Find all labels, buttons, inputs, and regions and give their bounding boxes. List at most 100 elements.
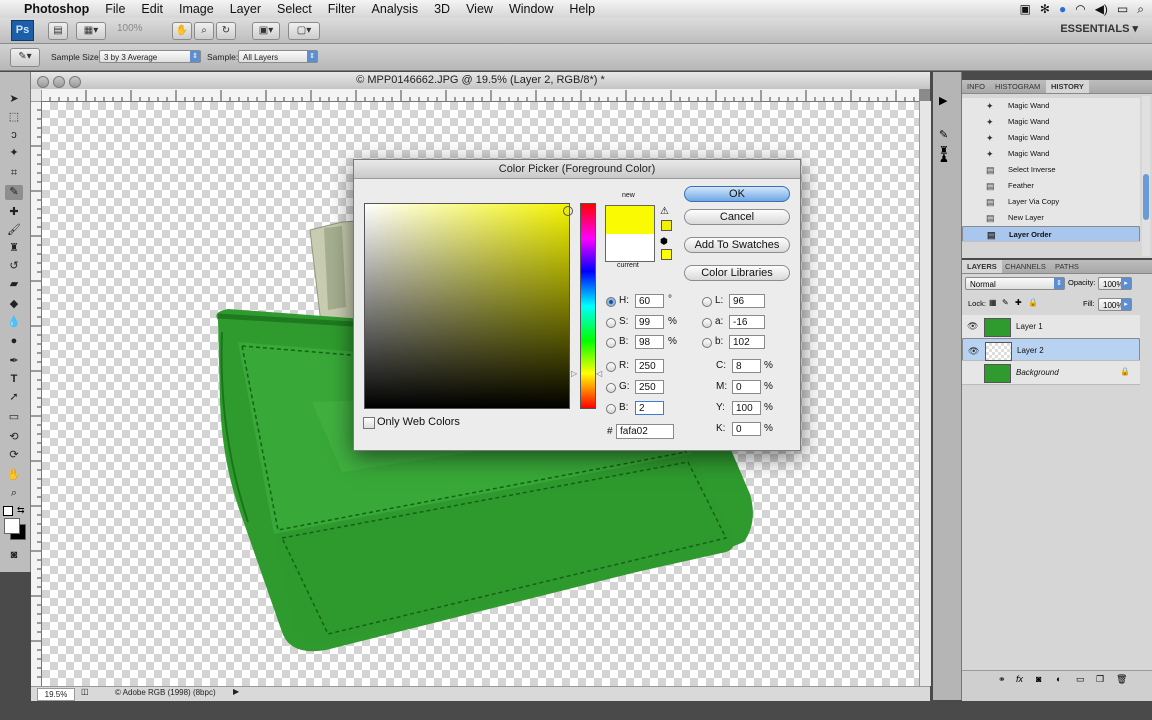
history-state[interactable]: ▤ Layer Order: [962, 226, 1140, 242]
zoom-level[interactable]: 100%: [117, 23, 143, 34]
hex-input[interactable]: fafa02: [616, 424, 674, 439]
lab-b-input[interactable]: 102: [729, 335, 765, 349]
menu-layer[interactable]: Layer: [222, 2, 269, 16]
lab-a-radio[interactable]: [702, 318, 712, 328]
web-safe-warning-icon[interactable]: ⬢: [660, 236, 668, 247]
menu-edit[interactable]: Edit: [133, 2, 171, 16]
brush-presets-icon[interactable]: ✎: [939, 128, 948, 141]
menu-3d[interactable]: 3D: [426, 2, 458, 16]
menu-select[interactable]: Select: [269, 2, 320, 16]
menu-image[interactable]: Image: [171, 2, 222, 16]
visibility-eye-icon[interactable]: 👁: [968, 345, 979, 358]
menu-view[interactable]: View: [458, 2, 501, 16]
lasso-tool-icon[interactable]: ↄ: [5, 128, 23, 143]
vertical-scrollbar[interactable]: [919, 101, 931, 686]
menu-window[interactable]: Window: [501, 2, 561, 16]
pen-tool-icon[interactable]: ✒: [5, 354, 23, 369]
extras-button[interactable]: ▦▾: [76, 22, 106, 40]
screen-mode-button[interactable]: ▢▾: [288, 22, 320, 40]
type-tool-icon[interactable]: T: [5, 372, 23, 387]
history-state[interactable]: ✦ Magic Wand: [962, 146, 1140, 163]
magenta-input[interactable]: 0: [732, 380, 761, 394]
path-selection-tool-icon[interactable]: ➚: [5, 390, 23, 405]
sample-size-select[interactable]: 3 by 3 Average ⇕: [99, 50, 201, 63]
green-radio[interactable]: [606, 383, 616, 393]
tab-histogram[interactable]: HISTOGRAM: [990, 80, 1045, 93]
lab-b-radio[interactable]: [702, 338, 712, 348]
bridge-button[interactable]: ▤: [48, 22, 68, 40]
dodge-tool-icon[interactable]: ●: [5, 334, 23, 349]
blue-radio[interactable]: [606, 404, 616, 414]
yellow-input[interactable]: 100: [732, 401, 761, 415]
adjustment-layer-icon[interactable]: ◐: [1056, 674, 1061, 684]
workspace-switcher[interactable]: ESSENTIALS ▾: [1060, 22, 1138, 35]
tab-info[interactable]: INFO: [962, 80, 990, 93]
menu-analysis[interactable]: Analysis: [364, 2, 427, 16]
hand-tool-button[interactable]: ✋: [172, 22, 192, 40]
layer-mask-icon[interactable]: ◙: [1036, 674, 1041, 684]
crop-tool-icon[interactable]: ⌗: [5, 166, 23, 181]
status-triangle-icon[interactable]: ▶: [233, 687, 239, 696]
healing-brush-tool-icon[interactable]: ✚: [5, 205, 23, 220]
shape-tool-icon[interactable]: ▭: [5, 410, 23, 425]
blur-tool-icon[interactable]: 💧: [5, 315, 23, 330]
current-color-swatch[interactable]: [606, 234, 654, 261]
tab-paths[interactable]: PATHS: [1050, 260, 1084, 273]
saturation-input[interactable]: 99: [635, 315, 664, 329]
out-of-gamut-warning-icon[interactable]: ⚠: [660, 206, 669, 217]
eraser-tool-icon[interactable]: ▰: [5, 277, 23, 292]
swap-colors-icon[interactable]: ⇆: [17, 505, 25, 516]
tab-history[interactable]: HISTORY: [1046, 80, 1089, 93]
lock-position-icon[interactable]: ✚: [1015, 298, 1022, 307]
layer-row[interactable]: 👁 Layer 1: [962, 315, 1140, 339]
blue-input[interactable]: 2: [635, 401, 664, 415]
ruler-origin[interactable]: [31, 89, 41, 101]
brightness-radio[interactable]: [606, 338, 616, 348]
history-state[interactable]: ✦ Magic Wand: [962, 114, 1140, 131]
hue-radio[interactable]: [606, 297, 616, 307]
hue-slider-right-arrow-icon[interactable]: ◁: [596, 369, 602, 378]
only-web-colors-checkbox[interactable]: [363, 417, 375, 429]
lock-transparent-icon[interactable]: ▦: [989, 298, 997, 307]
zoom-tool-button[interactable]: ⌕: [194, 22, 214, 40]
quick-mask-icon[interactable]: ◙: [5, 548, 23, 563]
tab-channels[interactable]: CHANNELS: [1000, 260, 1051, 273]
3d-orbit-tool-icon[interactable]: ⟳: [5, 448, 23, 463]
web-safe-swatch[interactable]: [661, 249, 672, 260]
history-scroll-thumb[interactable]: [1143, 174, 1149, 220]
tab-layers[interactable]: LAYERS: [962, 260, 1002, 273]
saturation-radio[interactable]: [606, 318, 616, 328]
clone-stamp-tool-icon[interactable]: ♜: [5, 241, 23, 256]
lock-all-icon[interactable]: 🔒: [1028, 298, 1038, 307]
history-state[interactable]: ▤ Feather: [962, 178, 1140, 195]
visibility-eye-icon[interactable]: 👁: [967, 321, 978, 332]
lock-image-icon[interactable]: ✎: [1002, 298, 1009, 307]
lightness-radio[interactable]: [702, 297, 712, 307]
menu-file[interactable]: File: [97, 2, 133, 16]
wifi-icon[interactable]: ◠: [1075, 2, 1085, 16]
history-brush-tool-icon[interactable]: ↺: [5, 259, 23, 274]
new-layer-icon[interactable]: ❐: [1096, 674, 1104, 685]
ok-button[interactable]: OK: [684, 186, 790, 202]
menu-help[interactable]: Help: [561, 2, 603, 16]
arrange-documents-button[interactable]: ▣▾: [252, 22, 280, 40]
magic-wand-tool-icon[interactable]: ✦: [5, 146, 23, 161]
cancel-button[interactable]: Cancel: [684, 209, 790, 225]
new-group-icon[interactable]: ▭: [1076, 674, 1085, 685]
sync-icon[interactable]: ●: [1059, 2, 1066, 16]
lightness-input[interactable]: 96: [729, 294, 765, 308]
history-state[interactable]: ✦ Magic Wand: [962, 130, 1140, 147]
paint-bucket-tool-icon[interactable]: ◆: [5, 297, 23, 312]
cyan-input[interactable]: 8: [732, 359, 761, 373]
zoom-window-icon[interactable]: [69, 76, 81, 88]
red-input[interactable]: 250: [635, 359, 664, 373]
default-colors-icon[interactable]: [3, 506, 13, 516]
hue-slider-left-arrow-icon[interactable]: ▷: [571, 369, 577, 378]
history-state[interactable]: ▤ Layer Via Copy: [962, 194, 1140, 211]
color-field-marker[interactable]: [563, 206, 573, 216]
hue-input[interactable]: 60: [635, 294, 664, 308]
3d-rotate-tool-icon[interactable]: ⟲: [5, 430, 23, 445]
play-actions-icon[interactable]: ▶: [939, 94, 947, 107]
bluetooth-icon[interactable]: ✻: [1040, 2, 1050, 16]
vertical-ruler[interactable]: [31, 101, 42, 686]
